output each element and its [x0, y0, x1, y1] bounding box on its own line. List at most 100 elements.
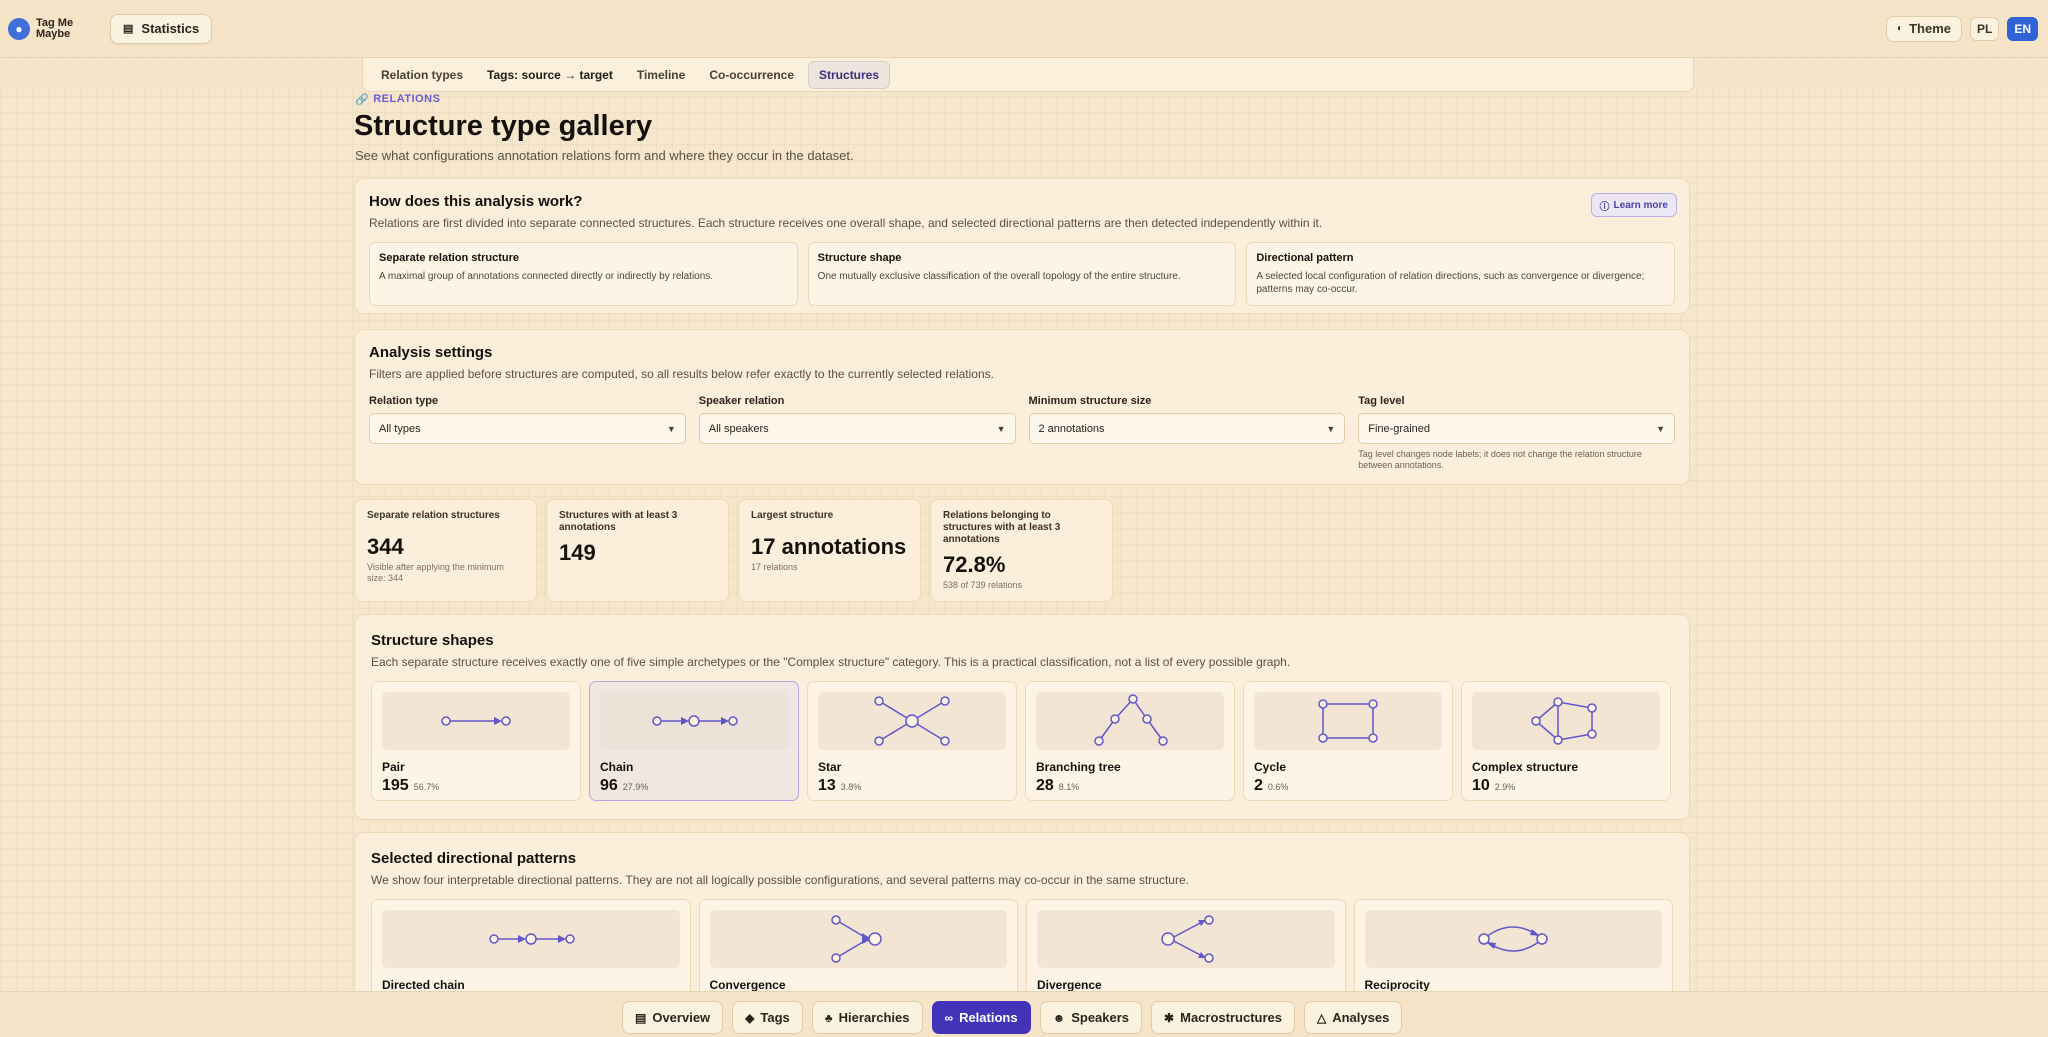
- chart-icon: ▤: [123, 23, 134, 35]
- tag-icon: ◆: [745, 1010, 755, 1025]
- nav-analyses[interactable]: △ Analyses: [1303, 1001, 1403, 1034]
- shapes-title: Structure shapes: [371, 632, 494, 649]
- min-size-label: Minimum structure size: [1028, 395, 1152, 407]
- structure-shapes-card: Structure shapes Each separate structure…: [354, 614, 1690, 820]
- section-label-text: RELATIONS: [373, 93, 441, 105]
- how-it-works-card: How does this analysis work? Relations a…: [354, 178, 1690, 314]
- nav-tags[interactable]: ◆ Tags: [732, 1001, 803, 1034]
- lang-en-button[interactable]: EN: [2007, 16, 2038, 41]
- chain-graph-icon: [652, 715, 738, 727]
- section-label: 🔗 RELATIONS: [355, 93, 440, 106]
- min-size-value: 2 annotations: [1038, 422, 1105, 435]
- shape-tile-chain[interactable]: Chain 96 27.9%: [589, 681, 799, 801]
- logo-line-2: Maybe: [36, 27, 71, 40]
- stat-label: Structures with at least 3 annotations: [559, 510, 678, 533]
- page-subtitle: See what configurations annotation relat…: [355, 148, 854, 163]
- lang-pl-button[interactable]: PL: [1969, 16, 2000, 41]
- nav-label: Analyses: [1332, 1010, 1390, 1025]
- chart-icon: ▤: [635, 1010, 647, 1025]
- shape-tile-pair[interactable]: Pair 195 56.7%: [371, 681, 581, 801]
- speaker-relation-label: Speaker relation: [698, 395, 785, 407]
- stat-sub: 17 relations: [751, 562, 798, 572]
- info-box-desc: A maximal group of annotations connected…: [379, 271, 714, 282]
- stat-label: Relations belonging to structures with a…: [943, 510, 1061, 545]
- nav-overview[interactable]: ▤ Overview: [622, 1001, 724, 1034]
- relation-type-value: All types: [379, 422, 421, 435]
- info-box-title: Directional pattern: [1256, 252, 1354, 264]
- info-box-structure-shape: Structure shape One mutually exclusive c…: [807, 242, 1237, 306]
- chevron-down-icon: ▼: [1656, 423, 1665, 434]
- nav-label: Hierarchies: [838, 1010, 910, 1025]
- shape-pct: 8.1%: [1058, 782, 1080, 792]
- patterns-desc: We show four interpretable directional p…: [371, 873, 1189, 887]
- info-icon: ⓘ: [1599, 201, 1610, 213]
- nav-macrostructures[interactable]: ✱ Macrostructures: [1151, 1001, 1295, 1034]
- stat-value: 17 annotations: [751, 534, 907, 559]
- flask-icon: △: [1316, 1010, 1327, 1025]
- shape-name: Chain: [600, 760, 634, 774]
- directed-chain-icon: [489, 933, 575, 945]
- shapes-desc: Each separate structure receives exactly…: [371, 655, 1291, 669]
- nav-speakers[interactable]: ☻ Speakers: [1039, 1001, 1143, 1034]
- nav-label: Macrostructures: [1180, 1010, 1282, 1025]
- shape-pct: 3.8%: [840, 782, 862, 792]
- pattern-name: Reciprocity: [1364, 978, 1430, 992]
- app-logo[interactable]: ● Tag Me Maybe: [8, 16, 80, 40]
- shape-count: 10: [1472, 777, 1490, 794]
- relation-type-select[interactable]: All types ▼: [369, 413, 686, 444]
- learn-more-label: Learn more: [1613, 199, 1668, 211]
- link-icon: 🔗: [355, 94, 370, 106]
- shape-tile-star[interactable]: Star 13 3.8%: [807, 681, 1017, 801]
- pattern-name: Convergence: [709, 978, 786, 992]
- min-size-select[interactable]: 2 annotations ▼: [1028, 413, 1346, 444]
- analysis-settings-card: Analysis settings Filters are applied be…: [354, 329, 1690, 485]
- relations-subnav: Relation types Tags: source → target Tim…: [362, 58, 1694, 92]
- nav-label: Tags: [760, 1010, 790, 1025]
- pattern-name: Divergence: [1037, 978, 1102, 992]
- shape-pct: 56.7%: [413, 782, 440, 792]
- link-icon: ∞: [944, 1010, 954, 1025]
- nav-label: Speakers: [1071, 1010, 1130, 1025]
- shape-pct: 2.9%: [1494, 782, 1516, 792]
- tab-timeline[interactable]: Timeline: [627, 61, 695, 89]
- stat-card-min3: Structures with at least 3 annotations 1…: [546, 499, 729, 602]
- tree-graph-icon: [1094, 694, 1168, 746]
- nav-label: Relations: [959, 1010, 1018, 1025]
- top-bar: ● Tag Me Maybe ▤ Statistics ◐ Theme PL E…: [0, 0, 2048, 58]
- tag-level-note: Tag level changes node labels; it does n…: [1358, 449, 1642, 470]
- shape-name: Pair: [382, 760, 405, 774]
- shape-count: 96: [600, 777, 618, 794]
- stat-card-relations-pct: Relations belonging to structures with a…: [930, 499, 1113, 602]
- shape-name: Cycle: [1254, 760, 1287, 774]
- tab-relation-types[interactable]: Relation types: [371, 61, 473, 89]
- tab-structures[interactable]: Structures: [808, 60, 891, 89]
- shape-count: 195: [382, 777, 409, 794]
- convergence-icon: [831, 915, 882, 963]
- speaker-relation-select[interactable]: All speakers ▼: [698, 413, 1016, 444]
- shape-tile-complex[interactable]: Complex structure 10 2.9%: [1461, 681, 1671, 801]
- tag-level-select[interactable]: Fine-grained ▼: [1358, 413, 1675, 444]
- divergence-icon: [1161, 915, 1214, 963]
- tab-tags-source-target[interactable]: Tags: source → target: [477, 61, 623, 89]
- theme-icon: ◐: [1897, 23, 1904, 34]
- stat-sub: Visible after applying the minimum size:…: [367, 562, 504, 583]
- statistics-label: Statistics: [141, 21, 200, 36]
- logo-line-1: Tag Me: [36, 16, 74, 29]
- shape-tile-branching-tree[interactable]: Branching tree 28 8.1%: [1025, 681, 1235, 801]
- shape-name: Complex structure: [1472, 760, 1579, 774]
- shape-tile-cycle[interactable]: Cycle 2 0.6%: [1243, 681, 1453, 801]
- settings-desc: Filters are applied before structures ar…: [369, 367, 994, 381]
- stat-sub: 538 of 739 relations: [943, 580, 1023, 590]
- nav-relations[interactable]: ∞ Relations: [931, 1001, 1031, 1034]
- tab-co-occurrence[interactable]: Co-occurrence: [699, 61, 804, 89]
- theme-button[interactable]: ◐ Theme: [1886, 15, 1962, 42]
- nav-hierarchies[interactable]: ♣ Hierarchies: [811, 1001, 923, 1034]
- info-box-desc: A selected local configuration of relati…: [1256, 271, 1645, 295]
- statistics-button[interactable]: ▤ Statistics: [110, 13, 213, 44]
- tag-level-label: Tag level: [1358, 395, 1405, 407]
- learn-more-button[interactable]: ⓘ Learn more: [1590, 193, 1677, 217]
- shape-count: 2: [1254, 777, 1263, 794]
- puzzle-icon: ✱: [1164, 1010, 1175, 1025]
- page-title: Structure type gallery: [354, 110, 653, 142]
- shape-name: Star: [818, 760, 842, 774]
